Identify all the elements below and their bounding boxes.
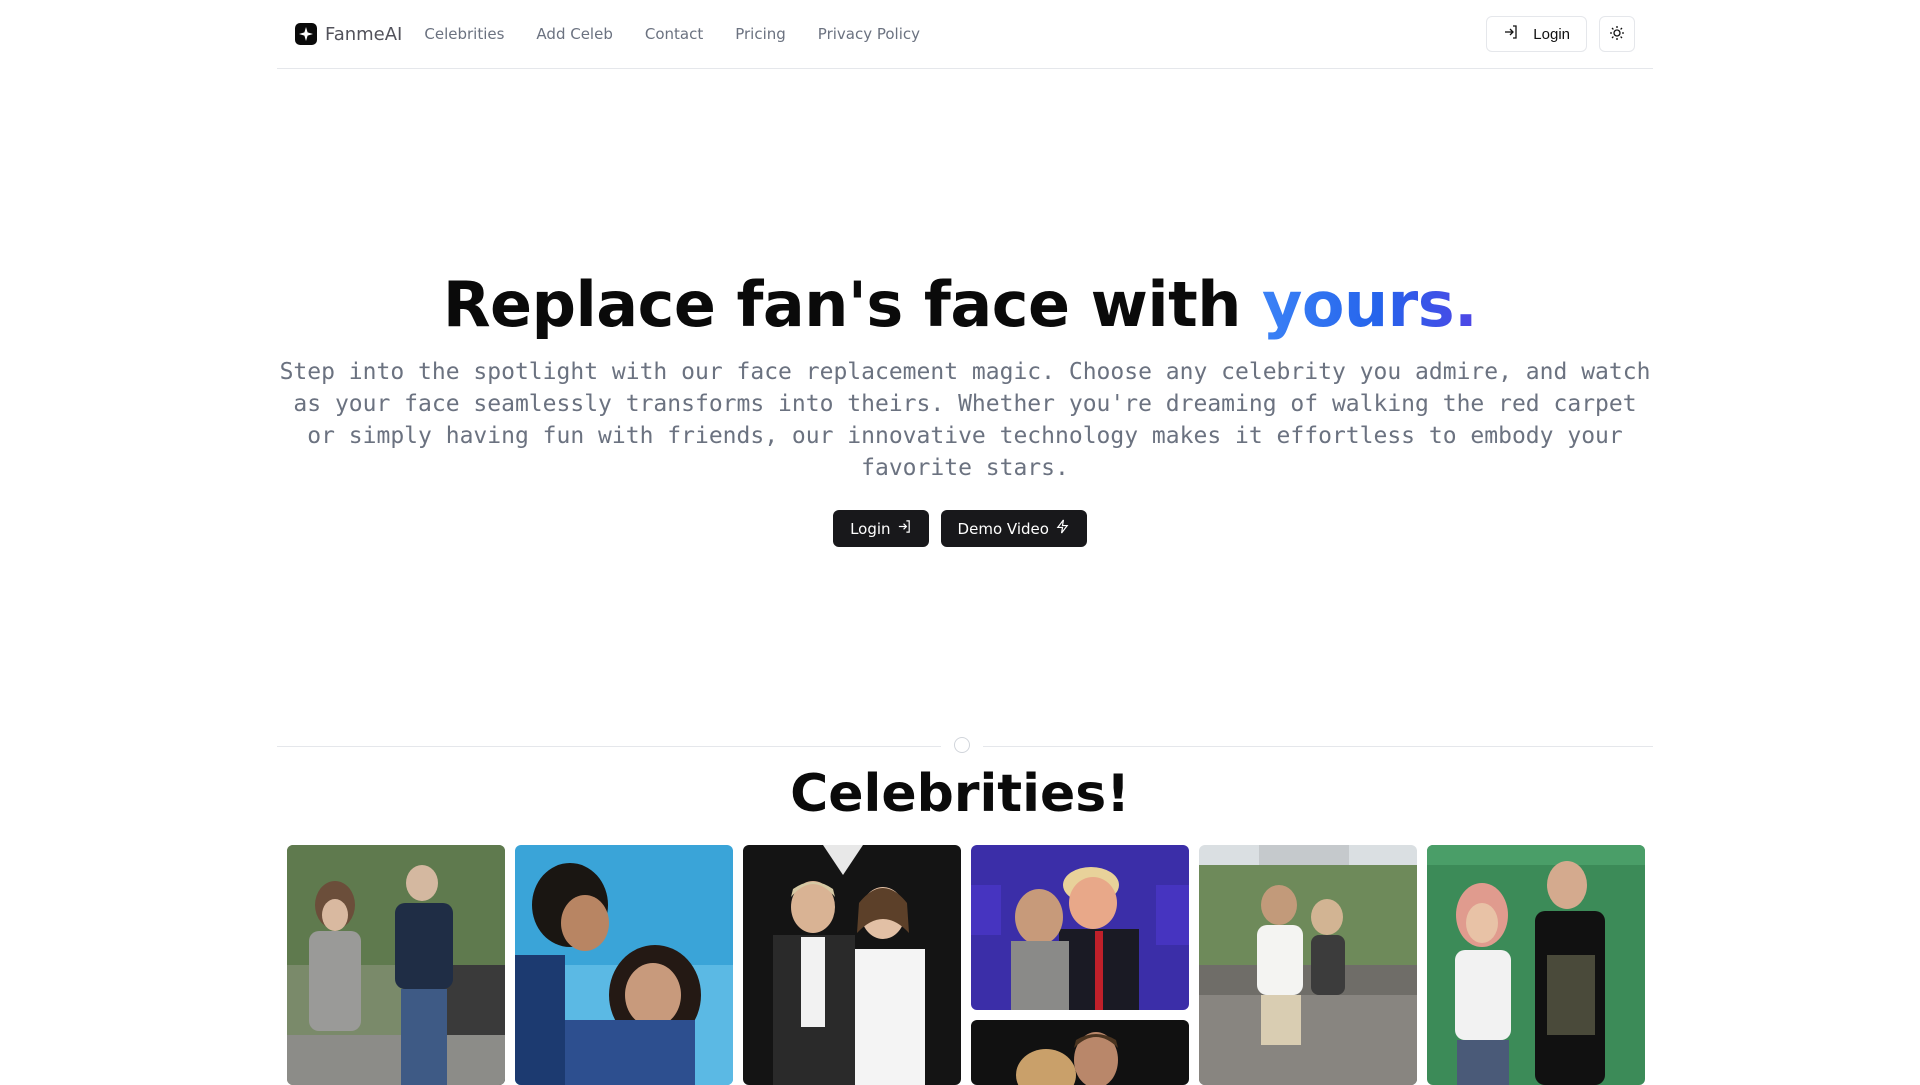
top-navbar: FanmeAI Celebrities Add Celeb Contact Pr… bbox=[277, 0, 1653, 69]
hero-subtitle: Step into the spotlight with our face re… bbox=[279, 359, 1651, 481]
header-login-label: Login bbox=[1533, 25, 1570, 43]
login-icon bbox=[897, 519, 912, 538]
nav-link-add-celeb[interactable]: Add Celeb bbox=[536, 25, 612, 43]
divider-line-right bbox=[983, 746, 1653, 747]
hero-login-button[interactable]: Login bbox=[833, 510, 929, 547]
nav-link-celebrities[interactable]: Celebrities bbox=[424, 25, 504, 43]
celebrity-photo[interactable] bbox=[515, 845, 733, 1085]
theme-toggle-button[interactable] bbox=[1599, 16, 1635, 52]
nav-link-privacy-policy[interactable]: Privacy Policy bbox=[818, 25, 920, 43]
hero-actions: Login Demo Video bbox=[0, 510, 1920, 547]
celebrity-photo[interactable] bbox=[743, 845, 961, 1085]
header-login-button[interactable]: Login bbox=[1486, 16, 1587, 52]
demo-video-button[interactable]: Demo Video bbox=[940, 510, 1087, 547]
celebrity-photo[interactable] bbox=[287, 845, 505, 1085]
celebrities-title: Celebrities! bbox=[790, 764, 1130, 824]
sun-icon bbox=[1609, 25, 1625, 44]
celebrity-photo[interactable] bbox=[1427, 845, 1645, 1085]
celebrity-photo[interactable] bbox=[1199, 845, 1417, 1085]
main-nav: Celebrities Add Celeb Contact Pricing Pr… bbox=[424, 25, 920, 43]
nav-link-pricing[interactable]: Pricing bbox=[735, 25, 786, 43]
sparkle-logo-icon bbox=[295, 23, 317, 45]
demo-video-label: Demo Video bbox=[957, 519, 1049, 538]
brand-name: FanmeAI bbox=[325, 23, 403, 45]
nav-link-contact[interactable]: Contact bbox=[645, 25, 703, 43]
divider-line-left bbox=[277, 746, 941, 747]
hero-title-main: Replace fan's face with bbox=[442, 268, 1262, 341]
login-icon bbox=[1503, 24, 1519, 44]
hero-title-accent: yours. bbox=[1261, 268, 1478, 341]
celebrity-photo[interactable] bbox=[971, 1020, 1189, 1085]
hero-login-label: Login bbox=[850, 519, 891, 538]
divider-circle-icon bbox=[954, 737, 970, 753]
celebrity-photo[interactable] bbox=[971, 845, 1189, 1010]
zap-icon bbox=[1055, 519, 1070, 538]
brand-link[interactable]: FanmeAI bbox=[295, 23, 402, 45]
hero-title: Replace fan's face with yours. bbox=[0, 268, 1920, 341]
